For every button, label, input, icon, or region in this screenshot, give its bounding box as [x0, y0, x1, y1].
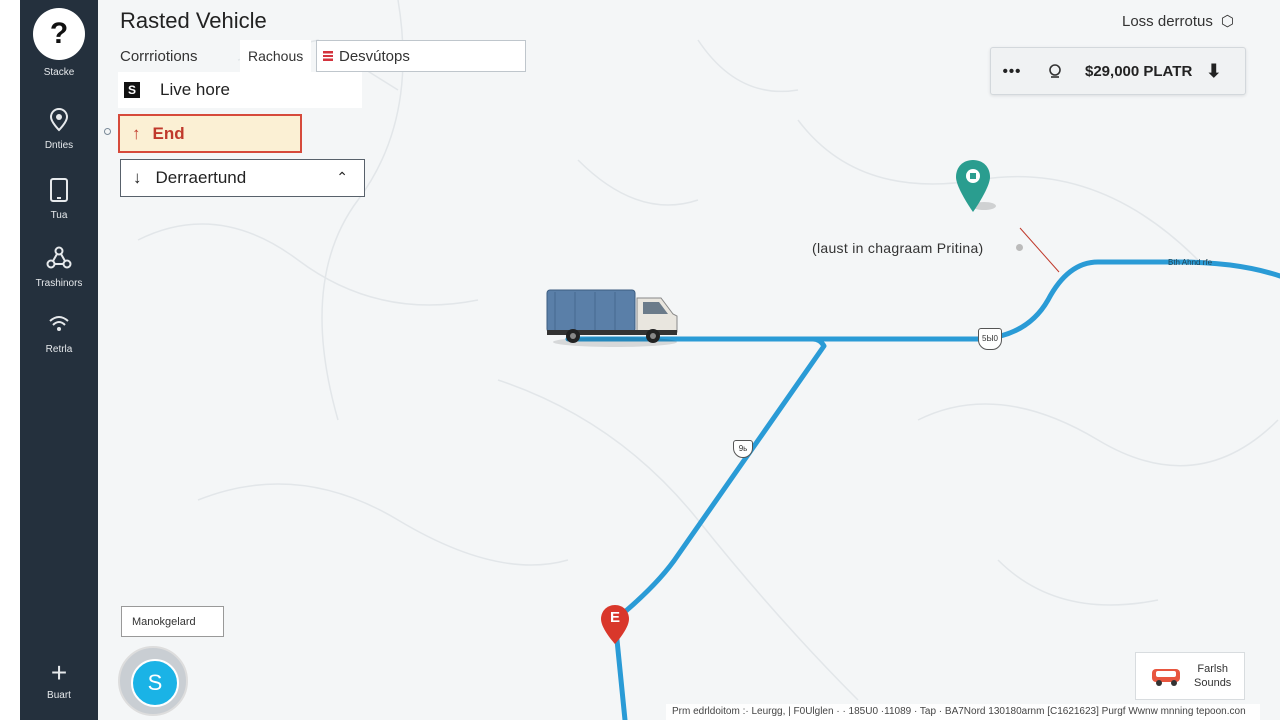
- map-attribution: Prm edrldoitom :· Leurgg, | F0Ulglen · ·…: [666, 704, 1260, 720]
- search-input[interactable]: Desvútops: [316, 40, 526, 72]
- tablet-icon: [50, 178, 68, 202]
- live-here-label: Live hore: [160, 80, 230, 99]
- map-annotation: (laust in chagraam Pritina): [812, 240, 984, 256]
- arrow-down-icon: ↓: [133, 168, 142, 187]
- tabs-row: Corrriotions Rachous: [120, 40, 312, 72]
- sidebar-add-button[interactable]: + Buart: [20, 657, 98, 702]
- arrow-up-icon: ↑: [132, 123, 141, 143]
- stats-panel: ••• $29,000 PLATR ⬇: [990, 47, 1246, 95]
- download-icon[interactable]: ⬇: [1206, 61, 1221, 82]
- price-value: $29,000 PLATR: [1085, 62, 1193, 80]
- more-icon[interactable]: •••: [991, 63, 1033, 80]
- route-shield-badge: 5Ы0: [978, 328, 1002, 350]
- top-right-link[interactable]: Loss derrotus ⬡: [1122, 12, 1234, 31]
- help-button[interactable]: ?: [33, 8, 85, 60]
- manage-button[interactable]: Manokgelard: [121, 606, 224, 637]
- legend-line: Sounds: [1194, 677, 1232, 689]
- top-right-label: Loss derrotus: [1122, 12, 1213, 30]
- network-icon: [46, 246, 72, 269]
- destination-marker-icon[interactable]: [954, 158, 998, 214]
- sidebar-item-dnties[interactable]: Dnties: [20, 106, 98, 151]
- end-marker[interactable]: E: [600, 604, 630, 646]
- legend-box[interactable]: Farlsh Sounds: [1135, 652, 1245, 700]
- s-fab-button[interactable]: S: [118, 646, 188, 716]
- plus-icon: +: [50, 657, 68, 688]
- sidebar-item-tua[interactable]: Tua: [20, 176, 98, 221]
- tab-rachous[interactable]: Rachous: [240, 40, 312, 72]
- sidebar-item-label: Trashinors: [35, 278, 83, 289]
- sidebar: ? Stacke Dnties Tua Trashinors Retrla + …: [0, 0, 98, 720]
- location-icon: [1049, 64, 1061, 78]
- sidebar-item-label: Buart: [47, 690, 71, 701]
- dropdown-value: Derraertund: [155, 168, 247, 187]
- sidebar-item-retrla[interactable]: Retrla: [20, 310, 98, 355]
- page-title: Rasted Vehicle: [120, 8, 267, 33]
- search-value: Desvútops: [339, 47, 410, 65]
- road-label: Bth Ahnd rfe: [1168, 258, 1213, 267]
- end-label: End: [152, 123, 185, 143]
- s-icon: S: [124, 82, 140, 98]
- wifi-icon: [49, 316, 69, 331]
- settings-icon[interactable]: ⬡: [1221, 12, 1234, 30]
- vehicle-icon: [1152, 669, 1180, 686]
- tab-corrriotions[interactable]: Corrriotions: [120, 48, 240, 65]
- direction-dropdown[interactable]: ↓ Derraertund ⌃: [120, 159, 365, 197]
- radio-indicator: [104, 128, 111, 135]
- truck-icon[interactable]: [545, 284, 681, 348]
- chevron-up-icon: ⌃: [336, 169, 348, 185]
- sidebar-item-label: Dnties: [44, 140, 74, 151]
- map-pin-icon: [49, 107, 69, 132]
- end-button[interactable]: ↑ End: [118, 114, 302, 153]
- s-fab-label: S: [131, 659, 179, 707]
- list-icon: [323, 51, 333, 61]
- end-marker-label: E: [609, 609, 620, 626]
- live-here-item[interactable]: S Live hore: [118, 72, 362, 108]
- sidebar-item-label: Tua: [50, 210, 68, 221]
- legend-line: Farlsh: [1197, 663, 1228, 675]
- legend-text: Farlsh Sounds: [1194, 662, 1231, 690]
- map-canvas[interactable]: [98, 0, 1280, 720]
- sidebar-item-trashinors[interactable]: Trashinors: [20, 244, 98, 289]
- annotation-dot: [1016, 244, 1023, 251]
- help-label: Stacke: [43, 67, 75, 78]
- sidebar-item-label: Retrla: [45, 344, 73, 355]
- map-base-layer: [137, 0, 1280, 720]
